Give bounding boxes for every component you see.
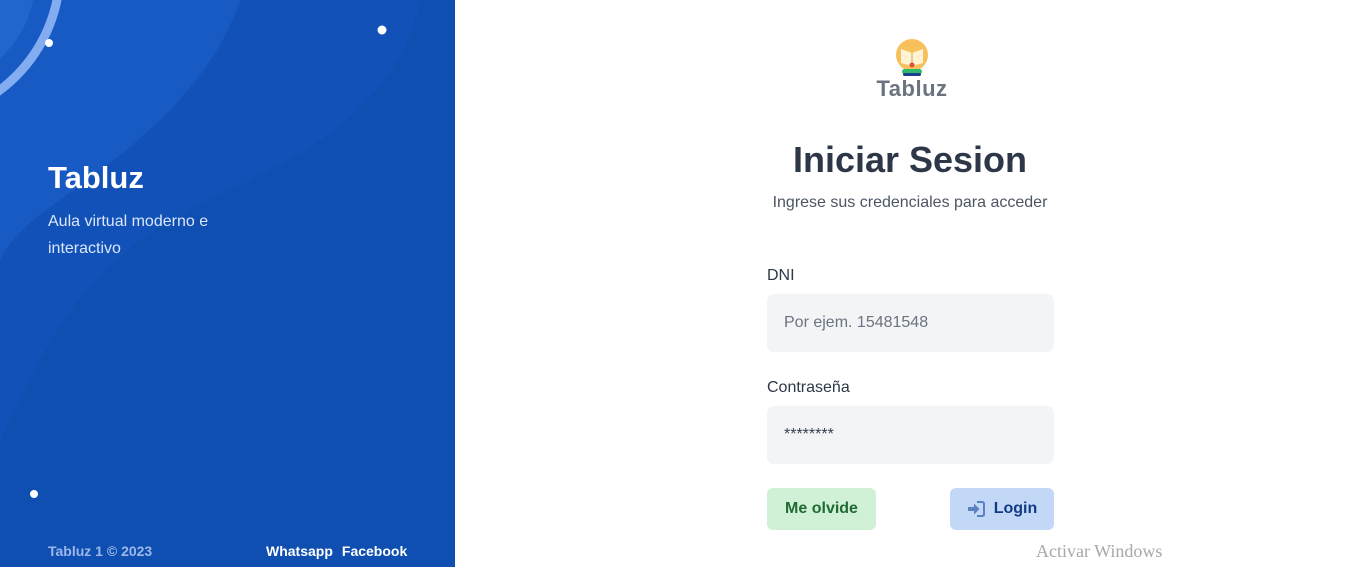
social-links: Whatsapp Facebook <box>266 543 407 559</box>
dni-input[interactable] <box>767 294 1054 352</box>
hero-background-art <box>0 0 455 567</box>
whatsapp-link[interactable]: Whatsapp <box>266 543 333 559</box>
dni-label: DNI <box>767 267 795 284</box>
login-button-label: Login <box>993 500 1038 517</box>
password-input[interactable] <box>767 406 1054 464</box>
logo-text: Tabluz <box>876 76 948 101</box>
hero-title: Tabluz <box>48 160 144 195</box>
hero-panel: Tabluz Aula virtual moderno e interactiv… <box>0 0 455 567</box>
page-subtitle: Ingrese sus credenciales para acceder <box>772 194 1048 211</box>
page-title: Iniciar Sesion <box>792 139 1028 180</box>
sign-in-icon <box>967 501 985 517</box>
forgot-password-button[interactable]: Me olvide <box>767 488 876 530</box>
password-label: Contraseña <box>767 379 850 396</box>
windows-activation-watermark: Activar Windows <box>1036 541 1163 561</box>
facebook-link[interactable]: Facebook <box>342 543 407 559</box>
copyright-text: Tabluz 1 © 2023 <box>48 543 153 559</box>
hero-subtitle: Aula virtual moderno e interactivo <box>48 213 209 257</box>
login-button[interactable]: Login <box>950 488 1054 530</box>
